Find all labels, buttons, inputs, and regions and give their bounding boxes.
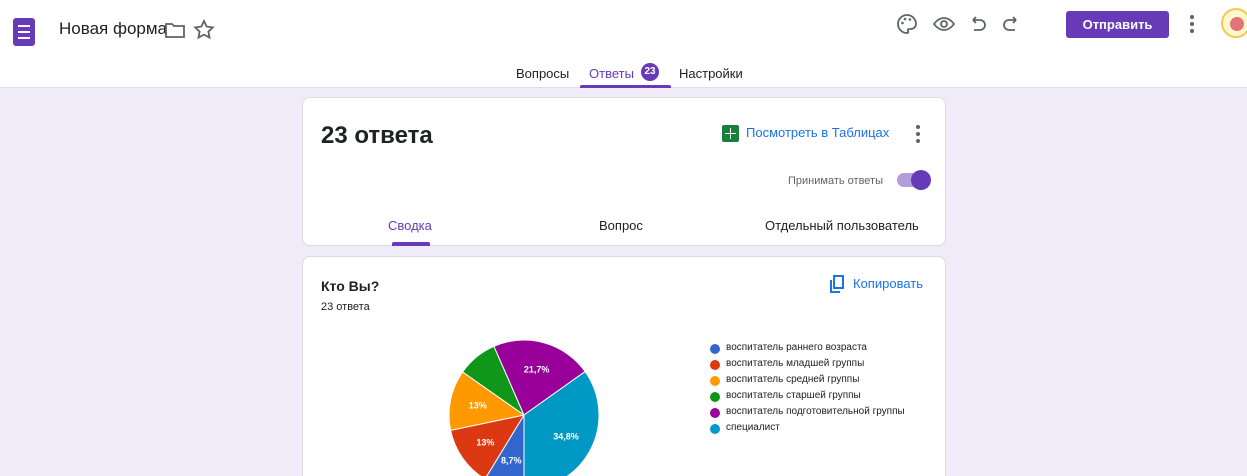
form-title[interactable]: Новая форма <box>59 19 167 39</box>
send-button[interactable]: Отправить <box>1066 11 1169 38</box>
legend-label: воспитатель старшей группы <box>726 390 861 401</box>
accept-responses-toggle[interactable] <box>897 170 931 190</box>
legend-label: воспитатель подготовительной группы <box>726 406 905 417</box>
pie-chart: 8,7% 13% 13% 21,7% 34,8% <box>448 339 600 476</box>
response-count: 23 ответа <box>321 122 433 149</box>
avatar[interactable] <box>1221 8 1247 38</box>
tab-responses[interactable]: Ответы <box>589 66 634 81</box>
folder-icon[interactable] <box>163 18 187 42</box>
copy-button[interactable]: Копировать <box>853 276 923 291</box>
more-vert-icon[interactable] <box>912 124 924 144</box>
eye-icon[interactable] <box>932 12 956 36</box>
legend-color-dot <box>710 376 720 386</box>
undo-icon[interactable] <box>965 12 989 36</box>
active-view-indicator <box>392 242 430 246</box>
responses-count-badge: 23 <box>641 63 659 81</box>
question-response-count: 23 ответа <box>321 301 370 313</box>
accept-responses-label: Принимать ответы <box>788 175 883 187</box>
top-header: Новая форма Отправить Вопросы Ответы Нас… <box>0 0 1247 88</box>
form-tabs: Вопросы Ответы Настройки <box>0 61 1247 88</box>
copy-icon[interactable] <box>829 275 845 293</box>
pie-slice-label-5: 21,7% <box>524 364 550 374</box>
view-in-sheets-link[interactable]: Посмотреть в Таблицах <box>746 125 889 140</box>
tab-questions[interactable]: Вопросы <box>516 66 569 81</box>
legend-color-dot <box>710 360 720 370</box>
legend-label: воспитатель младшей группы <box>726 358 865 369</box>
pie-slice-label-2: 13% <box>476 437 494 447</box>
redo-icon[interactable] <box>1000 12 1024 36</box>
view-question-tab[interactable]: Вопрос <box>599 218 643 233</box>
responses-summary-card: 23 ответа Посмотреть в Таблицах Принимат… <box>302 97 946 246</box>
legend-color-dot <box>710 392 720 402</box>
palette-icon[interactable] <box>895 12 919 36</box>
view-summary-tab[interactable]: Сводка <box>388 218 432 233</box>
pie-slice-label-6: 34,8% <box>553 432 579 442</box>
legend-color-dot <box>710 344 720 354</box>
legend-color-dot <box>710 408 720 418</box>
question-summary-card: Кто Вы? 23 ответа Копировать 8,7% 13% 13% 2… <box>302 256 946 476</box>
legend-label: специалист <box>726 422 780 433</box>
toggle-knob <box>911 170 931 190</box>
pie-slice-label-1: 8,7% <box>501 455 522 465</box>
tab-settings[interactable]: Настройки <box>679 66 743 81</box>
sheets-icon[interactable] <box>722 125 739 142</box>
legend-label: воспитатель средней группы <box>726 374 860 385</box>
more-vert-icon[interactable] <box>1186 12 1202 36</box>
pie-slice-label-3: 13% <box>469 400 487 410</box>
google-forms-icon[interactable] <box>13 18 35 46</box>
active-tab-indicator <box>580 85 671 88</box>
legend-color-dot <box>710 424 720 434</box>
star-icon[interactable] <box>192 18 216 42</box>
question-title: Кто Вы? <box>321 278 380 294</box>
legend-label: воспитатель раннего возраста <box>726 342 867 353</box>
view-individual-tab[interactable]: Отдельный пользователь <box>765 218 919 233</box>
